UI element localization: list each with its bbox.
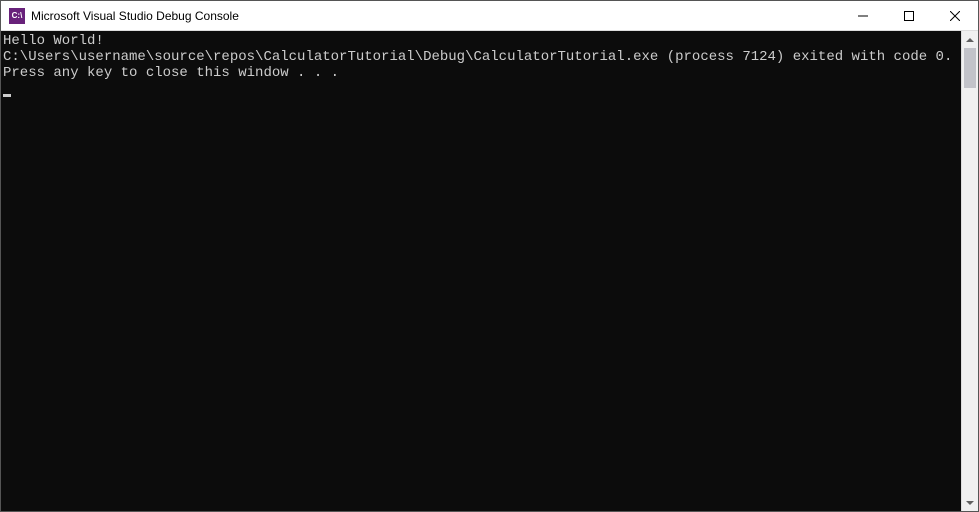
content-area: Hello World!C:\Users\username\source\rep…: [1, 31, 978, 511]
scroll-track[interactable]: [962, 48, 978, 494]
minimize-button[interactable]: [840, 1, 886, 30]
scroll-thumb[interactable]: [964, 48, 976, 88]
close-icon: [950, 11, 960, 21]
console-line: C:\Users\username\source\repos\Calculato…: [3, 49, 959, 65]
scroll-up-button[interactable]: [962, 31, 978, 48]
close-button[interactable]: [932, 1, 978, 30]
chevron-up-icon: [966, 38, 974, 42]
app-icon: C:\: [9, 8, 25, 24]
window-title: Microsoft Visual Studio Debug Console: [31, 9, 840, 23]
vertical-scrollbar[interactable]: [961, 31, 978, 511]
chevron-down-icon: [966, 501, 974, 505]
maximize-icon: [904, 11, 914, 21]
scroll-down-button[interactable]: [962, 494, 978, 511]
maximize-button[interactable]: [886, 1, 932, 30]
console-line: Press any key to close this window . . .: [3, 65, 959, 81]
window-titlebar: C:\ Microsoft Visual Studio Debug Consol…: [1, 1, 978, 31]
window-controls: [840, 1, 978, 30]
console-line: Hello World!: [3, 33, 959, 49]
minimize-icon: [858, 11, 868, 21]
cursor: [3, 94, 11, 97]
console-output[interactable]: Hello World!C:\Users\username\source\rep…: [1, 31, 961, 511]
